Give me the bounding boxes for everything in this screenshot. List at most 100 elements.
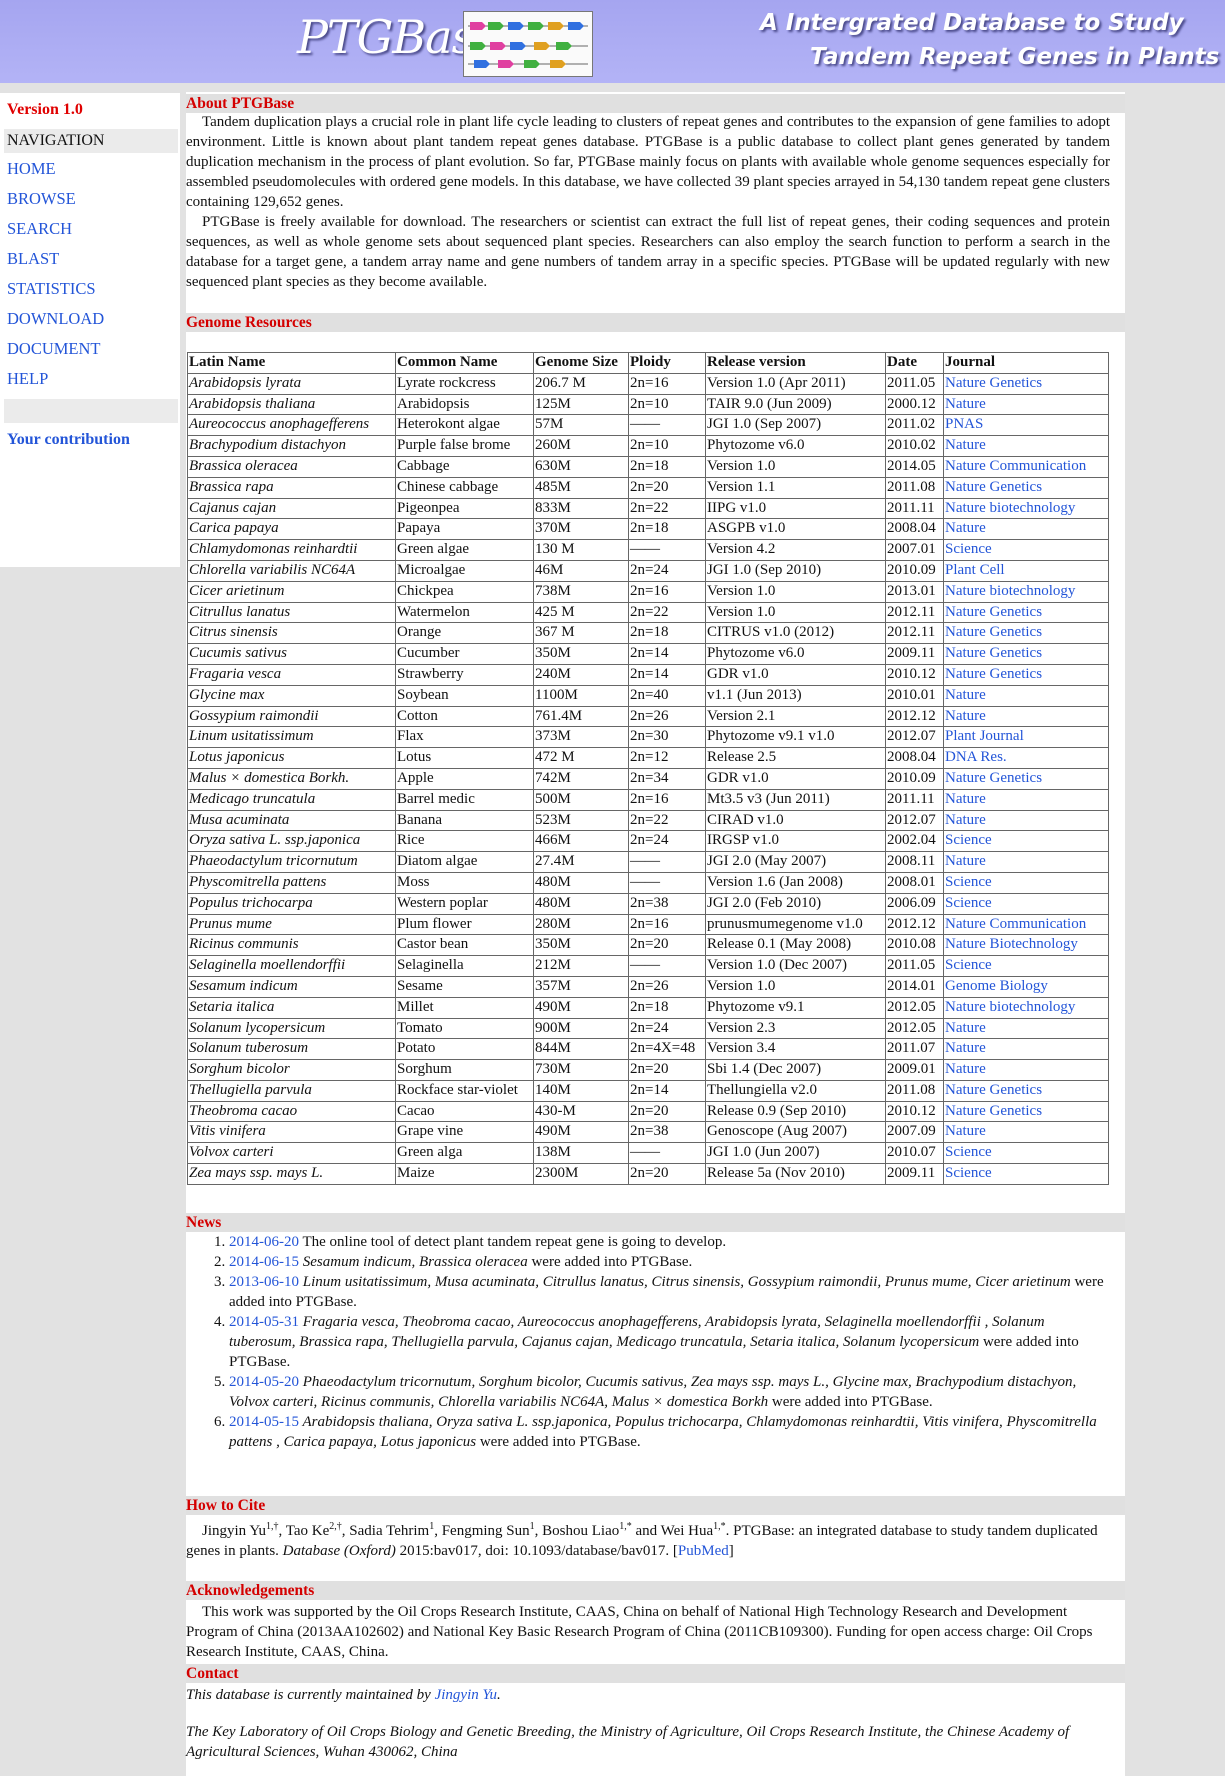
table-row: Chlamydomonas reinhardtii Green algae 130 … — [187, 539, 1109, 561]
journal-link[interactable]: DNA Res. — [945, 749, 1007, 765]
cell-journal[interactable]: Nature — [943, 518, 1109, 541]
journal-link[interactable]: Nature — [945, 1061, 986, 1077]
cell-journal[interactable]: DNA Res. — [943, 747, 1109, 769]
cell-latin-name: Brassica oleracea — [187, 455, 396, 478]
nav-download[interactable]: DOWNLOAD — [7, 309, 104, 328]
journal-link[interactable]: Science — [945, 1165, 992, 1181]
journal-link[interactable]: Nature Genetics — [945, 624, 1042, 640]
cell-latin-name: Thellugiella parvula — [187, 1079, 396, 1102]
cell-journal[interactable]: Science — [943, 1163, 1109, 1185]
your-contribution-link[interactable]: Your contribution — [7, 431, 130, 449]
nav-blast[interactable]: BLAST — [7, 249, 59, 268]
journal-link[interactable]: Nature — [945, 1123, 986, 1139]
nav-statistics[interactable]: STATISTICS — [7, 279, 96, 298]
cell-journal[interactable]: Nature Genetics — [943, 372, 1109, 395]
journal-link[interactable]: Nature Genetics — [945, 1082, 1042, 1098]
cell-journal[interactable]: Nature Biotechnology — [943, 934, 1109, 957]
cell-journal[interactable]: Nature Communication — [943, 455, 1109, 478]
cell-journal[interactable]: Nature biotechnology — [943, 580, 1109, 603]
maintainer-link[interactable]: Jingyin Yu — [435, 1687, 497, 1703]
cell-journal[interactable]: Nature — [943, 1121, 1109, 1144]
journal-link[interactable]: Nature Genetics — [945, 375, 1042, 391]
news-date-link[interactable]: 2014-06-20 — [229, 1234, 299, 1250]
cell-journal[interactable]: Science — [943, 1142, 1109, 1165]
journal-link[interactable]: Nature — [945, 853, 986, 869]
cell-journal[interactable]: Nature — [943, 705, 1109, 728]
journal-link[interactable]: Nature Communication — [945, 458, 1086, 474]
journal-link[interactable]: Nature Biotechnology — [945, 936, 1078, 952]
cell-journal[interactable]: Nature — [943, 809, 1109, 832]
nav-document[interactable]: DOCUMENT — [7, 339, 101, 358]
cell-journal[interactable]: Nature Genetics — [943, 767, 1109, 790]
journal-link[interactable]: Nature — [945, 520, 986, 536]
journal-link[interactable]: Nature Communication — [945, 916, 1086, 932]
journal-link[interactable]: Nature Genetics — [945, 479, 1042, 495]
news-date-link[interactable]: 2014-05-15 — [229, 1414, 299, 1430]
journal-link[interactable]: Nature — [945, 812, 986, 828]
journal-link[interactable]: Plant Cell — [945, 562, 1005, 578]
cell-journal[interactable]: Nature — [943, 435, 1109, 457]
cell-journal[interactable]: Science — [943, 830, 1109, 853]
cell-journal[interactable]: Science — [943, 539, 1109, 561]
table-row: Aureococcus anophagefferens Heterokont al… — [187, 414, 1109, 437]
cell-journal[interactable]: Nature Genetics — [943, 622, 1109, 645]
cell-journal[interactable]: Nature — [943, 393, 1109, 416]
journal-link[interactable]: Nature biotechnology — [945, 583, 1075, 599]
journal-link[interactable]: Nature Genetics — [945, 1103, 1042, 1119]
cell-genome-size: 1100M — [533, 684, 629, 707]
journal-link[interactable]: Science — [945, 541, 992, 557]
journal-link[interactable]: Science — [945, 895, 992, 911]
cell-journal[interactable]: Plant Journal — [943, 726, 1109, 749]
journal-link[interactable]: PNAS — [945, 416, 983, 432]
cell-journal[interactable]: Nature — [943, 684, 1109, 707]
journal-link[interactable]: Science — [945, 957, 992, 973]
cell-journal[interactable]: PNAS — [943, 414, 1109, 437]
journal-link[interactable]: Nature — [945, 791, 986, 807]
news-date-link[interactable]: 2013-06-10 — [229, 1274, 299, 1290]
cell-journal[interactable]: Nature Communication — [943, 913, 1109, 936]
journal-link[interactable]: Nature biotechnology — [945, 500, 1075, 516]
cell-journal[interactable]: Nature — [943, 1059, 1109, 1081]
cell-journal[interactable]: Science — [943, 892, 1109, 915]
cell-journal[interactable]: Nature biotechnology — [943, 996, 1109, 1019]
cell-journal[interactable]: Nature Genetics — [943, 601, 1109, 624]
cell-journal[interactable]: Nature Genetics — [943, 643, 1109, 665]
journal-link[interactable]: Nature — [945, 396, 986, 412]
journal-link[interactable]: Science — [945, 1144, 992, 1160]
news-date-link[interactable]: 2014-05-20 — [229, 1374, 299, 1390]
journal-link[interactable]: Nature biotechnology — [945, 999, 1075, 1015]
journal-link[interactable]: Nature Genetics — [945, 666, 1042, 682]
cell-journal[interactable]: Science — [943, 871, 1109, 894]
journal-link[interactable]: Plant Journal — [945, 728, 1024, 744]
journal-link[interactable]: Science — [945, 874, 992, 890]
pubmed-link[interactable]: PubMed — [678, 1543, 729, 1559]
nav-search[interactable]: SEARCH — [7, 219, 72, 238]
cell-journal[interactable]: Nature — [943, 1038, 1109, 1061]
news-date-link[interactable]: 2014-05-31 — [229, 1314, 299, 1330]
nav-home[interactable]: HOME — [7, 159, 56, 178]
journal-link[interactable]: Nature Genetics — [945, 770, 1042, 786]
journal-link[interactable]: Nature — [945, 687, 986, 703]
cell-journal[interactable]: Nature — [943, 788, 1109, 811]
journal-link[interactable]: Nature Genetics — [945, 645, 1042, 661]
journal-link[interactable]: Science — [945, 832, 992, 848]
journal-link[interactable]: Nature — [945, 1020, 986, 1036]
nav-help[interactable]: HELP — [7, 369, 48, 388]
news-date-link[interactable]: 2014-06-15 — [229, 1254, 299, 1270]
cell-journal[interactable]: Nature Genetics — [943, 1100, 1109, 1123]
journal-link[interactable]: Nature Genetics — [945, 604, 1042, 620]
cell-journal[interactable]: Nature biotechnology — [943, 497, 1109, 520]
journal-link[interactable]: Nature — [945, 1040, 986, 1056]
journal-link[interactable]: Nature — [945, 437, 986, 453]
cell-journal[interactable]: Science — [943, 955, 1109, 977]
cell-journal[interactable]: Nature Genetics — [943, 476, 1109, 499]
journal-link[interactable]: Nature — [945, 708, 986, 724]
cell-journal[interactable]: Nature Genetics — [943, 1079, 1109, 1102]
cell-journal[interactable]: Genome Biology — [943, 975, 1109, 998]
cell-journal[interactable]: Nature — [943, 851, 1109, 873]
cell-journal[interactable]: Nature — [943, 1017, 1109, 1040]
journal-link[interactable]: Genome Biology — [945, 978, 1048, 994]
cell-journal[interactable]: Plant Cell — [943, 559, 1109, 582]
nav-browse[interactable]: BROWSE — [7, 189, 76, 208]
cell-journal[interactable]: Nature Genetics — [943, 663, 1109, 686]
